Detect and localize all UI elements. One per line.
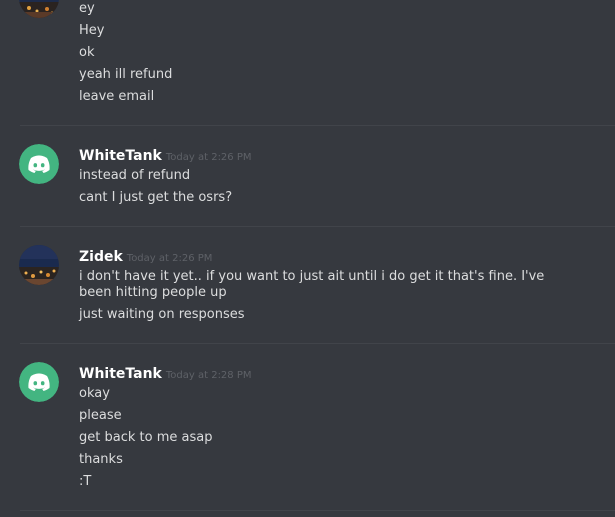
zidek-avatar[interactable] <box>19 245 59 285</box>
timestamp: Today at 2:28 PM <box>165 370 252 381</box>
message-text: please <box>79 408 122 423</box>
message-text: leave email <box>79 89 155 104</box>
message-text: :T <box>79 474 92 489</box>
username[interactable]: WhiteTank <box>79 366 162 382</box>
city-photo-avatar-icon <box>19 0 59 18</box>
message-text: yeah ill refund <box>79 67 173 82</box>
message-text: get back to me asap <box>79 430 213 445</box>
message-text: thanks <box>79 452 123 467</box>
message-divider <box>20 226 615 227</box>
timestamp: Today at 2:26 PM <box>126 253 213 264</box>
message-text: cant I just get the osrs? <box>79 190 233 205</box>
zidek-avatar-partial[interactable] <box>19 0 59 18</box>
discord-logo-icon <box>19 144 59 184</box>
discord-logo-icon <box>19 362 59 402</box>
message-text: Hey <box>79 23 105 38</box>
message-header: WhiteTank Today at 2:28 PM <box>79 363 252 382</box>
chat-messages: ey Hey ok yeah ill refund leave email Wh… <box>0 0 615 517</box>
message-text: instead of refund <box>79 168 191 183</box>
whitetank-avatar[interactable] <box>19 362 59 402</box>
timestamp: Today at 2:26 PM <box>165 152 252 163</box>
username[interactable]: Zidek <box>79 249 123 265</box>
message-text: ey <box>79 1 95 16</box>
message-divider <box>20 510 615 511</box>
message-header: Zidek Today at 2:26 PM <box>79 246 212 265</box>
message-text: i don't have it yet.. if you want to jus… <box>79 269 545 300</box>
message-text: just waiting on responses <box>79 307 245 322</box>
whitetank-avatar[interactable] <box>19 144 59 184</box>
message-text: okay <box>79 386 110 401</box>
message-text: ok <box>79 45 95 60</box>
username[interactable]: WhiteTank <box>79 148 162 164</box>
city-photo-avatar-icon <box>19 245 59 285</box>
message-divider <box>20 343 615 344</box>
message-divider <box>20 125 615 126</box>
message-header: WhiteTank Today at 2:26 PM <box>79 145 252 164</box>
